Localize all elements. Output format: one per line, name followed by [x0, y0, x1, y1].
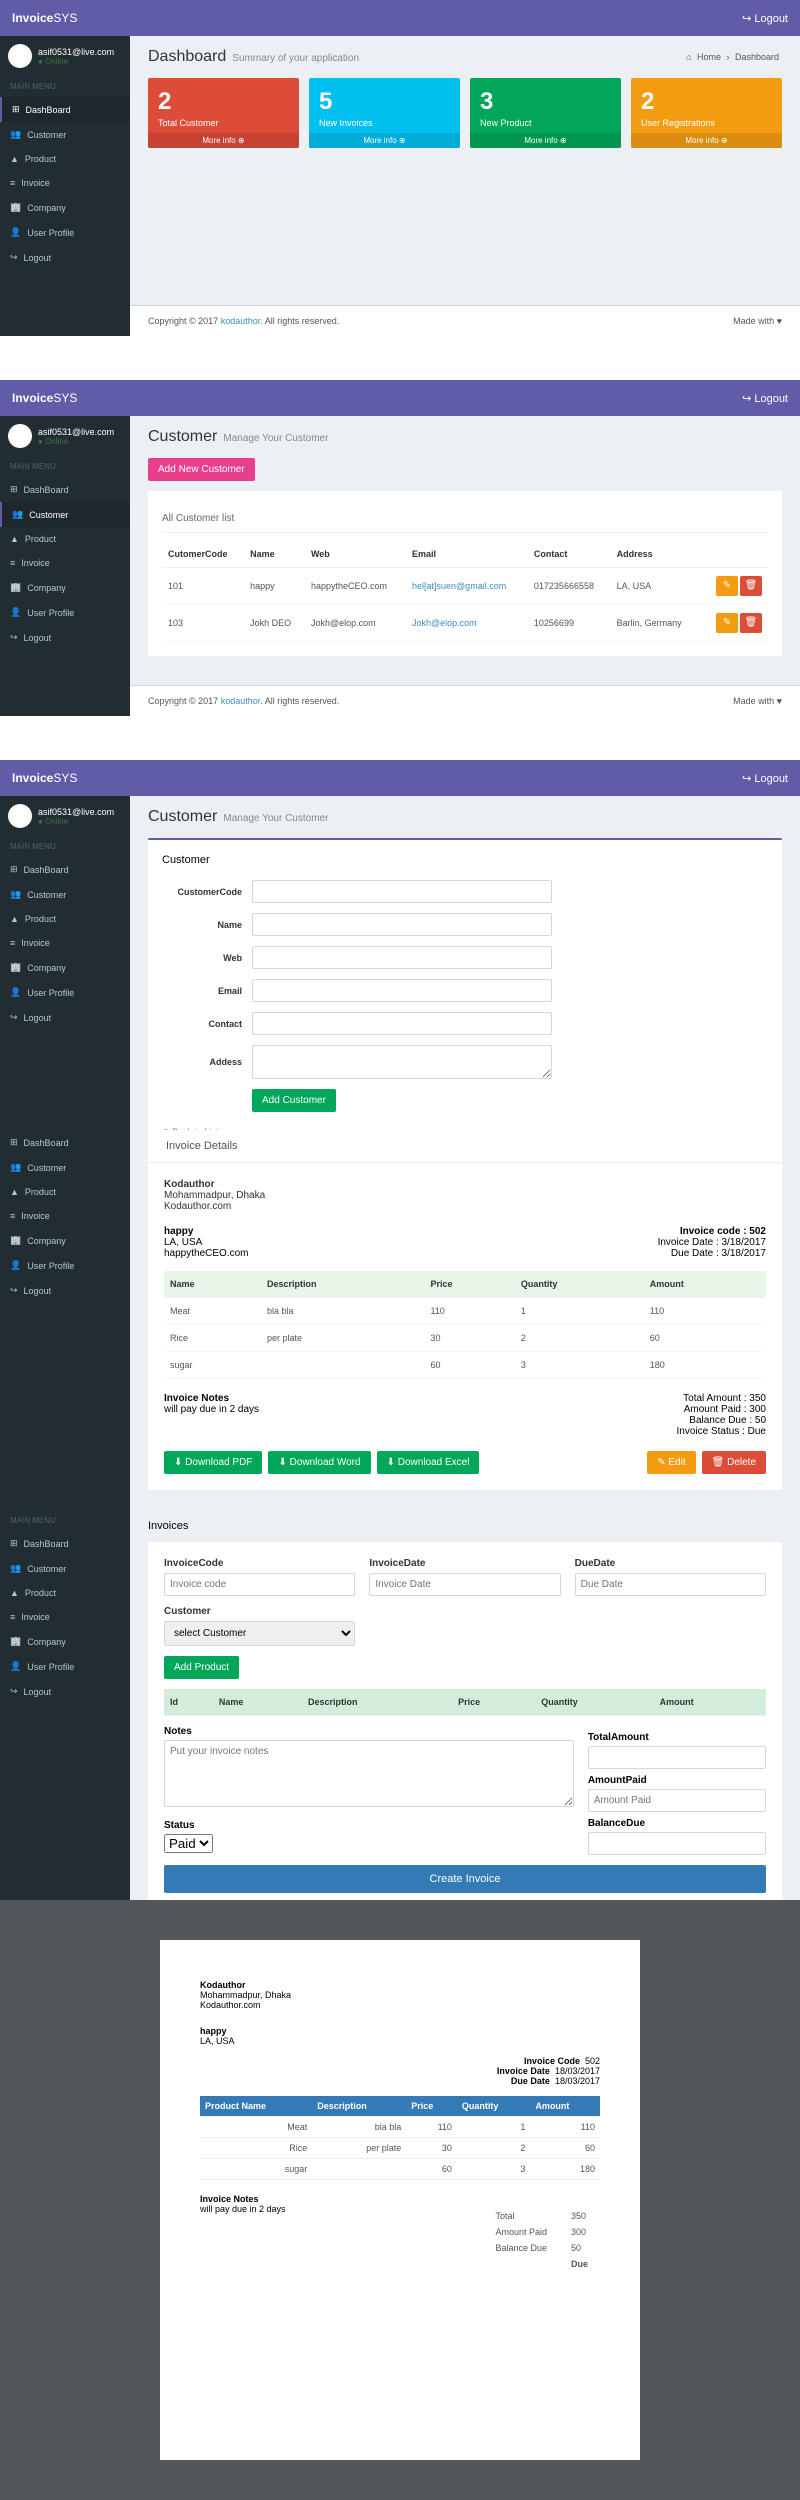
nav-dashboard[interactable]: ⊞ DashBoard	[0, 1130, 130, 1155]
pdf-page: KodauthorMohammadpur, DhakaKodauthor.com…	[160, 1940, 640, 2460]
delete-icon[interactable]: 🗑	[740, 576, 762, 596]
customer-select[interactable]: select Customer	[164, 1621, 355, 1646]
amount-paid-input[interactable]	[588, 1789, 766, 1812]
table-row: 103Jokh DEOJokh@elop.comJokh@elop.com102…	[162, 605, 768, 642]
nav-invoice[interactable]: ≡ Invoice	[0, 551, 130, 575]
table-row: sugar603180	[164, 1352, 766, 1379]
pdf-lines-table: Product NameDescriptionPriceQuantityAmou…	[200, 2096, 600, 2180]
page-title: Customer	[148, 428, 217, 445]
panel-title: Customer	[162, 854, 768, 866]
address-input[interactable]	[252, 1045, 552, 1079]
web-input[interactable]	[252, 946, 552, 969]
logout-link[interactable]: ↪ Logout	[742, 12, 788, 25]
table-row: Meatbla bla1101110	[164, 1298, 766, 1325]
nav-company[interactable]: 🏢 Company	[0, 1629, 130, 1654]
nav-invoice[interactable]: ≡ Invoice	[0, 1605, 130, 1629]
invoice-code-input[interactable]	[164, 1573, 355, 1596]
card-user-reg[interactable]: 2User RegistrationsMore info ⊕	[631, 78, 782, 148]
nav-invoice[interactable]: ≡ Invoice	[0, 171, 130, 195]
delete-button[interactable]: 🗑 Delete	[702, 1451, 766, 1474]
edit-icon[interactable]: ✎	[716, 576, 738, 596]
notes-textarea[interactable]	[164, 1740, 574, 1807]
nav-dashboard[interactable]: ⊞ DashBoard	[0, 857, 130, 882]
delete-icon[interactable]: 🗑	[740, 613, 762, 633]
nav-customer[interactable]: 👥 Customer	[0, 1155, 130, 1180]
nav-customer[interactable]: 👥 Customer	[0, 122, 130, 147]
customercode-input[interactable]	[252, 880, 552, 903]
logout-link[interactable]: ↪ Logout	[742, 772, 788, 785]
nav-product[interactable]: ▲ Product	[0, 1180, 130, 1204]
avatar	[8, 44, 32, 68]
section-title: Invoice Details	[148, 1130, 782, 1163]
nav-company[interactable]: 🏢 Company	[0, 1228, 130, 1253]
due-date-input[interactable]	[575, 1573, 766, 1596]
products-table: IdNameDescriptionPriceQuantityAmount	[164, 1689, 766, 1716]
table-row: 101happyhappytheCEO.comhel[at]suen@gmail…	[162, 568, 768, 605]
breadcrumb: ⌂ Home › Dashboard	[686, 52, 782, 62]
nav-logout[interactable]: ↪ Logout	[0, 625, 130, 650]
edit-icon[interactable]: ✎	[716, 613, 738, 633]
nav-company[interactable]: 🏢 Company	[0, 575, 130, 600]
nav-header: Main Menu	[0, 76, 130, 97]
create-invoice-button[interactable]: Create Invoice	[164, 1865, 766, 1893]
nav-company[interactable]: 🏢 Company	[0, 195, 130, 220]
nav-customer[interactable]: 👥 Customer	[0, 1556, 130, 1581]
invoice-lines-table: NameDescriptionPriceQuantityAmount Meatb…	[164, 1271, 766, 1379]
nav-userprofile[interactable]: 👤 User Profile	[0, 980, 130, 1005]
nav-invoice[interactable]: ≡ Invoice	[0, 1204, 130, 1228]
nav-userprofile[interactable]: 👤 User Profile	[0, 1654, 130, 1679]
edit-button[interactable]: ✎ Edit	[647, 1451, 695, 1474]
logout-link[interactable]: ↪ Logout	[742, 392, 788, 405]
section-title: Invoices	[130, 1510, 800, 1542]
footer-right: Made with ♥	[733, 316, 782, 326]
contact-input[interactable]	[252, 1012, 552, 1035]
nav-userprofile[interactable]: 👤 User Profile	[0, 220, 130, 245]
page-subtitle: Summary of your application	[232, 53, 359, 64]
nav-dashboard[interactable]: ⊞ DashBoard	[0, 477, 130, 502]
nav-customer[interactable]: 👥 Customer	[0, 882, 130, 907]
nav-logout[interactable]: ↪ Logout	[0, 1278, 130, 1303]
customer-table: CutomerCodeNameWebEmailContactAddress 10…	[162, 541, 768, 642]
page-title: Dashboard	[148, 48, 226, 65]
nav-dashboard[interactable]: ⊞ DashBoard	[0, 1531, 130, 1556]
nav-userprofile[interactable]: 👤 User Profile	[0, 1253, 130, 1278]
nav-logout[interactable]: ↪ Logout	[0, 245, 130, 270]
user-email: asif0531@live.com	[38, 47, 114, 57]
email-input[interactable]	[252, 979, 552, 1002]
download-word-button[interactable]: ⬇ Download Word	[268, 1451, 370, 1474]
email-link[interactable]: hel[at]suen@gmail.com	[412, 581, 506, 591]
footer-link[interactable]: kodauthor	[221, 316, 261, 326]
avatar	[8, 424, 32, 448]
invoice-date-input[interactable]	[369, 1573, 560, 1596]
name-input[interactable]	[252, 913, 552, 936]
card-new-product[interactable]: 3New ProductMore info ⊕	[470, 78, 621, 148]
email-link[interactable]: Jokh@elop.com	[412, 618, 477, 628]
nav-userprofile[interactable]: 👤 User Profile	[0, 600, 130, 625]
card-new-invoices[interactable]: 5New InvoicesMore info ⊕	[309, 78, 460, 148]
total-amount-input[interactable]	[588, 1746, 766, 1769]
nav-product[interactable]: ▲ Product	[0, 1581, 130, 1605]
nav-company[interactable]: 🏢 Company	[0, 955, 130, 980]
table-row: Riceper plate30260	[164, 1325, 766, 1352]
balance-due-input[interactable]	[588, 1832, 766, 1855]
download-pdf-button[interactable]: ⬇ Download PDF	[164, 1451, 262, 1474]
nav-product[interactable]: ▲ Product	[0, 907, 130, 931]
nav-product[interactable]: ▲ Product	[0, 527, 130, 551]
card-total-customer[interactable]: 2Total CustomerMore info ⊕	[148, 78, 299, 148]
list-header: All Customer list	[162, 505, 768, 533]
nav-logout[interactable]: ↪ Logout	[0, 1679, 130, 1704]
nav-logout[interactable]: ↪ Logout	[0, 1005, 130, 1030]
add-product-button[interactable]: Add Product	[164, 1656, 239, 1679]
nav-customer[interactable]: 👥 Customer	[0, 502, 130, 527]
nav-invoice[interactable]: ≡ Invoice	[0, 931, 130, 955]
user-status: ● Online	[38, 57, 114, 66]
add-customer-button[interactable]: Add New Customer	[148, 458, 255, 481]
download-excel-button[interactable]: ⬇ Download Excel	[377, 1451, 480, 1474]
nav-dashboard[interactable]: ⊞ DashBoard	[0, 97, 130, 122]
status-select[interactable]: Paid	[164, 1834, 213, 1853]
nav-product[interactable]: ▲ Product	[0, 147, 130, 171]
add-customer-submit[interactable]: Add Customer	[252, 1089, 336, 1112]
brand[interactable]: InvoiceSYS	[12, 11, 77, 25]
